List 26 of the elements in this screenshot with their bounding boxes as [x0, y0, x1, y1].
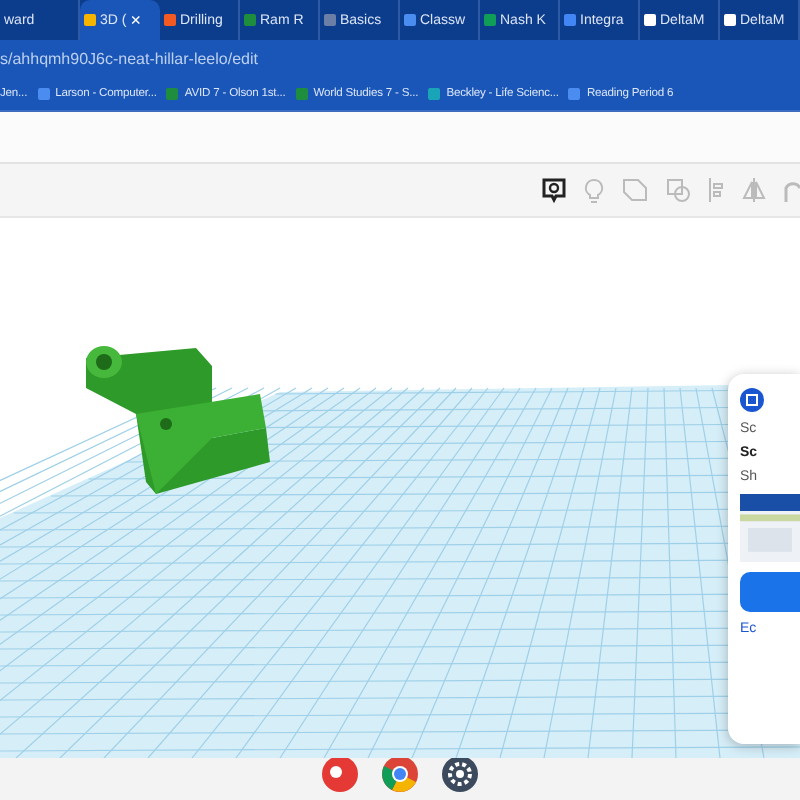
site-icon	[37, 87, 50, 99]
close-icon[interactable]: ×	[130, 10, 141, 30]
site-icon	[166, 87, 179, 99]
address-url[interactable]: s/ahhqmh90J6c-neat-hillar-leelo/edit	[0, 49, 258, 67]
comment-icon[interactable]	[542, 177, 566, 203]
site-icon	[404, 14, 416, 26]
lightbulb-icon[interactable]	[584, 177, 604, 203]
site-icon	[84, 14, 96, 26]
site-icon	[568, 87, 581, 99]
group-icon[interactable]	[666, 178, 690, 202]
mirror-icon[interactable]	[742, 178, 766, 202]
browser-icon[interactable]	[382, 756, 418, 792]
site-icon	[644, 14, 656, 26]
align-icon[interactable]	[708, 178, 724, 202]
site-icon	[564, 14, 576, 26]
site-icon	[244, 14, 256, 26]
site-icon	[324, 14, 336, 26]
notification-button[interactable]	[740, 572, 800, 612]
site-icon	[724, 14, 736, 26]
site-icon	[428, 87, 441, 99]
settings-icon[interactable]	[442, 756, 478, 792]
site-icon	[164, 14, 176, 26]
site-icon	[295, 87, 308, 99]
site-icon	[484, 14, 496, 26]
shape-icon[interactable]	[622, 178, 648, 202]
screen-capture-icon	[740, 388, 764, 412]
